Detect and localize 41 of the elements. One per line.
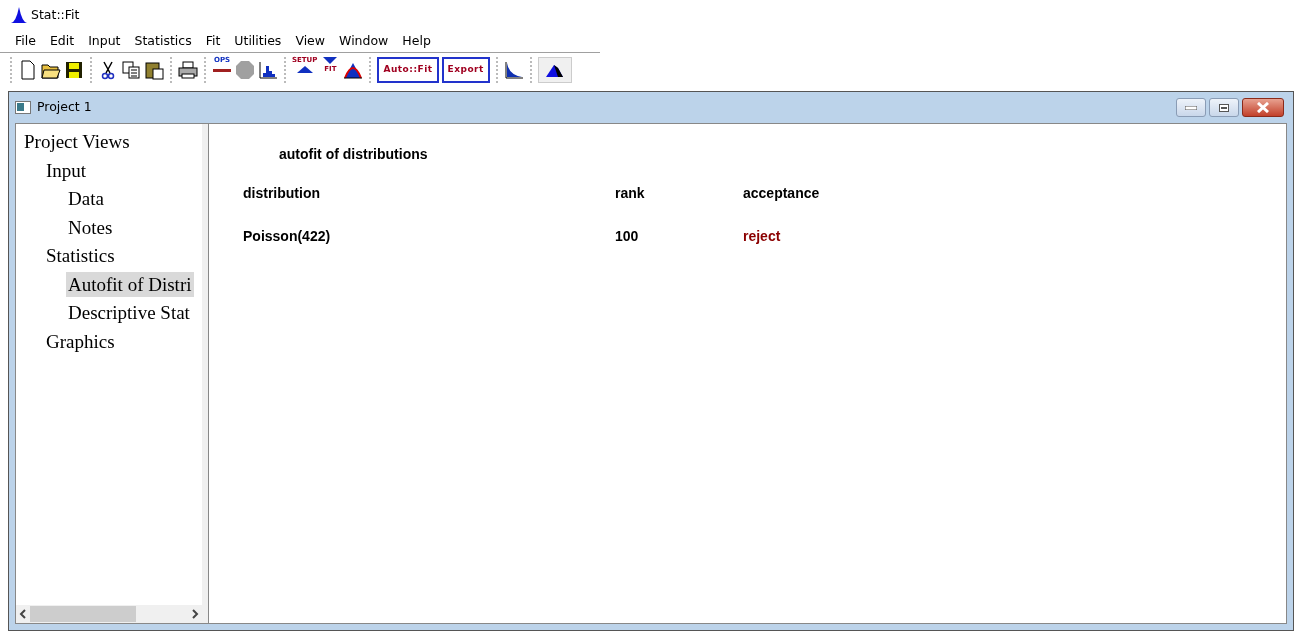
table-cell-text: Poisson(422) (243, 227, 332, 246)
new-file-icon[interactable] (18, 57, 38, 83)
app-logo-icon (10, 6, 28, 24)
tree-item[interactable]: Notes (66, 214, 115, 240)
menu-item[interactable]: Fit (198, 31, 228, 51)
column-header: distribution (243, 184, 321, 203)
scroll-thumb[interactable] (30, 606, 136, 622)
menu-item[interactable]: Help (395, 31, 438, 51)
table-cell-text: 100 (615, 227, 640, 246)
tree-item[interactable]: Graphics (44, 328, 117, 354)
tree-item[interactable]: Descriptive Stat (66, 300, 192, 326)
table-cell-text: reject (743, 227, 782, 246)
menu-item[interactable]: View (288, 31, 333, 51)
tree-item[interactable]: Input (44, 157, 89, 183)
menu-item[interactable]: File (8, 31, 43, 51)
toolbar-button[interactable]: Auto::Fit (377, 57, 439, 83)
window-title: Project 1 (37, 98, 92, 117)
tree-item[interactable]: Statistics (44, 243, 117, 269)
minimize-icon (1185, 105, 1197, 110)
scroll-left-icon[interactable] (19, 609, 27, 619)
mountain-chart-icon[interactable] (537, 57, 572, 83)
tree-item[interactable]: Autofit of Distri (66, 271, 194, 297)
horizontal-scrollbar[interactable] (16, 605, 202, 623)
report-title: autofit of distributions (279, 146, 428, 162)
menu-item[interactable]: Statistics (127, 31, 199, 51)
menu-item[interactable]: Utilities (227, 31, 289, 51)
menu-item[interactable]: Window (332, 31, 396, 51)
scroll-right-icon[interactable] (191, 609, 199, 619)
restore-icon (1219, 103, 1229, 112)
menu-item[interactable]: Input (81, 31, 128, 51)
close-button[interactable] (1242, 98, 1284, 117)
column-header: rank (615, 184, 646, 203)
toolbar-button[interactable]: Export (441, 57, 490, 83)
maximize-button[interactable] (1209, 98, 1239, 117)
window-icon (15, 101, 31, 114)
tree-item[interactable]: Data (66, 186, 106, 212)
menu-item[interactable]: Edit (42, 31, 82, 51)
close-icon (1256, 102, 1270, 113)
column-header: acceptance (743, 184, 821, 203)
app-title: Stat::Fit (31, 5, 80, 24)
tree-item[interactable]: Project Views (22, 129, 132, 155)
